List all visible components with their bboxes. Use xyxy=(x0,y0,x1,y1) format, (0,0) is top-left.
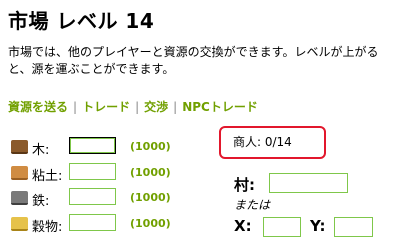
page-title: 市場 レベル 14 xyxy=(8,9,155,33)
clay-amount-input[interactable] xyxy=(69,163,116,180)
resource-row-crop: 穀物: (1000) xyxy=(0,213,200,235)
nav-send-resources-link[interactable]: 資源を送る xyxy=(8,100,68,114)
resource-row-iron: 鉄: (1000) xyxy=(0,187,200,209)
crop-amount-input[interactable] xyxy=(69,214,116,231)
nav-trade-link[interactable]: トレード xyxy=(82,100,130,114)
page-description: 市場では、他のプレイヤーと資源の交換ができます。レベルが上がると、源を運ぶことが… xyxy=(8,45,379,76)
clay-max-link[interactable]: (1000) xyxy=(130,166,171,179)
wood-amount-input[interactable] xyxy=(69,137,116,154)
y-coordinate-input[interactable] xyxy=(334,217,373,237)
nav-separator: | xyxy=(173,100,178,114)
clay-icon xyxy=(11,166,28,180)
crop-icon xyxy=(11,217,28,231)
or-label: または xyxy=(234,198,271,212)
y-coordinate-label: Y: xyxy=(310,217,326,235)
village-label: 村: xyxy=(234,176,255,194)
nav-negotiate-link[interactable]: 交渉 xyxy=(144,100,168,114)
wood-label: 木: xyxy=(32,143,50,158)
iron-max-link[interactable]: (1000) xyxy=(130,191,171,204)
iron-icon xyxy=(11,191,28,205)
iron-label: 鉄: xyxy=(32,194,50,209)
wood-max-link[interactable]: (1000) xyxy=(130,140,171,153)
clay-label: 粘土: xyxy=(32,169,63,184)
nav-separator: | xyxy=(135,100,140,114)
market-nav: 資源を送る | トレード | 交渉 | NPCトレード xyxy=(8,98,258,115)
nav-npc-trade-link[interactable]: NPCトレード xyxy=(182,100,258,114)
crop-label: 穀物: xyxy=(32,220,63,235)
resource-row-clay: 粘土: (1000) xyxy=(0,162,200,184)
x-coordinate-label: X: xyxy=(234,217,252,235)
x-coordinate-input[interactable] xyxy=(263,217,301,237)
iron-amount-input[interactable] xyxy=(69,188,116,205)
wood-icon xyxy=(11,140,28,154)
resource-row-wood: 木: (1000) xyxy=(0,136,200,158)
merchant-count-box: 商人: 0/14 xyxy=(219,126,326,159)
crop-max-link[interactable]: (1000) xyxy=(130,217,171,230)
nav-separator: | xyxy=(73,100,78,114)
village-name-input[interactable] xyxy=(269,173,348,193)
